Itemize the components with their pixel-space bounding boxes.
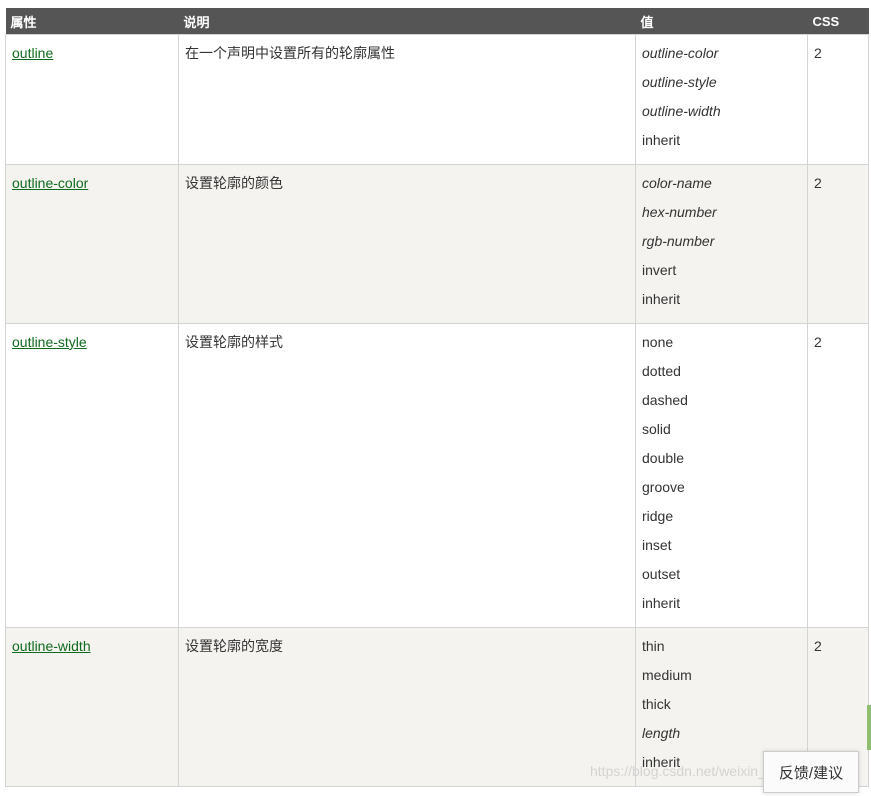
header-css: CSS xyxy=(807,8,869,35)
value-item: groove xyxy=(642,479,685,495)
value-item: inherit xyxy=(642,132,681,148)
value-item: thin xyxy=(642,638,665,654)
description-cell: 设置轮廓的颜色 xyxy=(178,164,636,324)
css-version-cell: 2 xyxy=(807,164,869,324)
value-item: medium xyxy=(642,667,692,683)
value-item: dashed xyxy=(642,392,688,408)
value-item: outline-width xyxy=(642,103,721,119)
value-item: solid xyxy=(642,421,671,437)
value-item: double xyxy=(642,450,685,466)
outline-properties-table: 属性 说明 值 CSS outline 在一个声明中设置所有的轮廓属性 outlin… xyxy=(5,8,869,787)
table-row: outline 在一个声明中设置所有的轮廓属性 outline-color outli… xyxy=(5,34,869,165)
value-item: length xyxy=(642,725,681,741)
property-cell: outline-width xyxy=(5,627,179,787)
values-cell: color-name hex-number rgb-number invert inhe… xyxy=(635,164,808,324)
value-item: invert xyxy=(642,262,677,278)
property-cell: outline xyxy=(5,34,179,165)
header-description: 说明 xyxy=(178,8,636,35)
value-item: none xyxy=(642,334,674,350)
header-property: 属性 xyxy=(5,8,179,35)
value-item: inherit xyxy=(642,291,681,307)
description-cell: 设置轮廓的宽度 xyxy=(178,627,636,787)
scroll-accent-bar xyxy=(867,705,871,750)
value-item: rgb-number xyxy=(642,233,715,249)
property-cell: outline-style xyxy=(5,323,179,628)
value-item: ridge xyxy=(642,508,674,524)
value-item: inset xyxy=(642,537,672,553)
property-link[interactable]: outline-color xyxy=(12,175,88,191)
property-link[interactable]: outline-style xyxy=(12,334,87,350)
property-link[interactable]: outline-width xyxy=(12,638,91,654)
property-link[interactable]: outline xyxy=(12,45,53,61)
value-item: outline-color xyxy=(642,45,719,61)
header-values: 值 xyxy=(635,8,808,35)
table-header-row: 属性 说明 值 CSS xyxy=(5,8,869,35)
value-item: outset xyxy=(642,566,681,582)
value-item: thick xyxy=(642,696,671,712)
value-item: outline-style xyxy=(642,74,717,90)
description-cell: 在一个声明中设置所有的轮廓属性 xyxy=(178,34,636,165)
value-item: dotted xyxy=(642,363,681,379)
value-item: hex-number xyxy=(642,204,717,220)
feedback-button[interactable]: 反馈/建议 xyxy=(763,751,859,793)
table-body: outline 在一个声明中设置所有的轮廓属性 outline-color outli… xyxy=(5,34,869,787)
table-row: outline-style 设置轮廓的样式 none dotted dashed soli… xyxy=(5,323,869,628)
css-version-cell: 2 xyxy=(807,34,869,165)
value-item: color-name xyxy=(642,175,712,191)
value-item: inherit xyxy=(642,595,681,611)
table-row: outline-color 设置轮廓的颜色 color-name hex-number… xyxy=(5,164,869,324)
values-cell: none dotted dashed solid double groove ridge in… xyxy=(635,323,808,628)
css-outline-table-container: 属性 说明 值 CSS outline 在一个声明中设置所有的轮廓属性 outlin… xyxy=(5,8,869,787)
values-cell: outline-color outline-style outline-width i… xyxy=(635,34,808,165)
css-version-cell: 2 xyxy=(807,323,869,628)
property-cell: outline-color xyxy=(5,164,179,324)
description-cell: 设置轮廓的样式 xyxy=(178,323,636,628)
